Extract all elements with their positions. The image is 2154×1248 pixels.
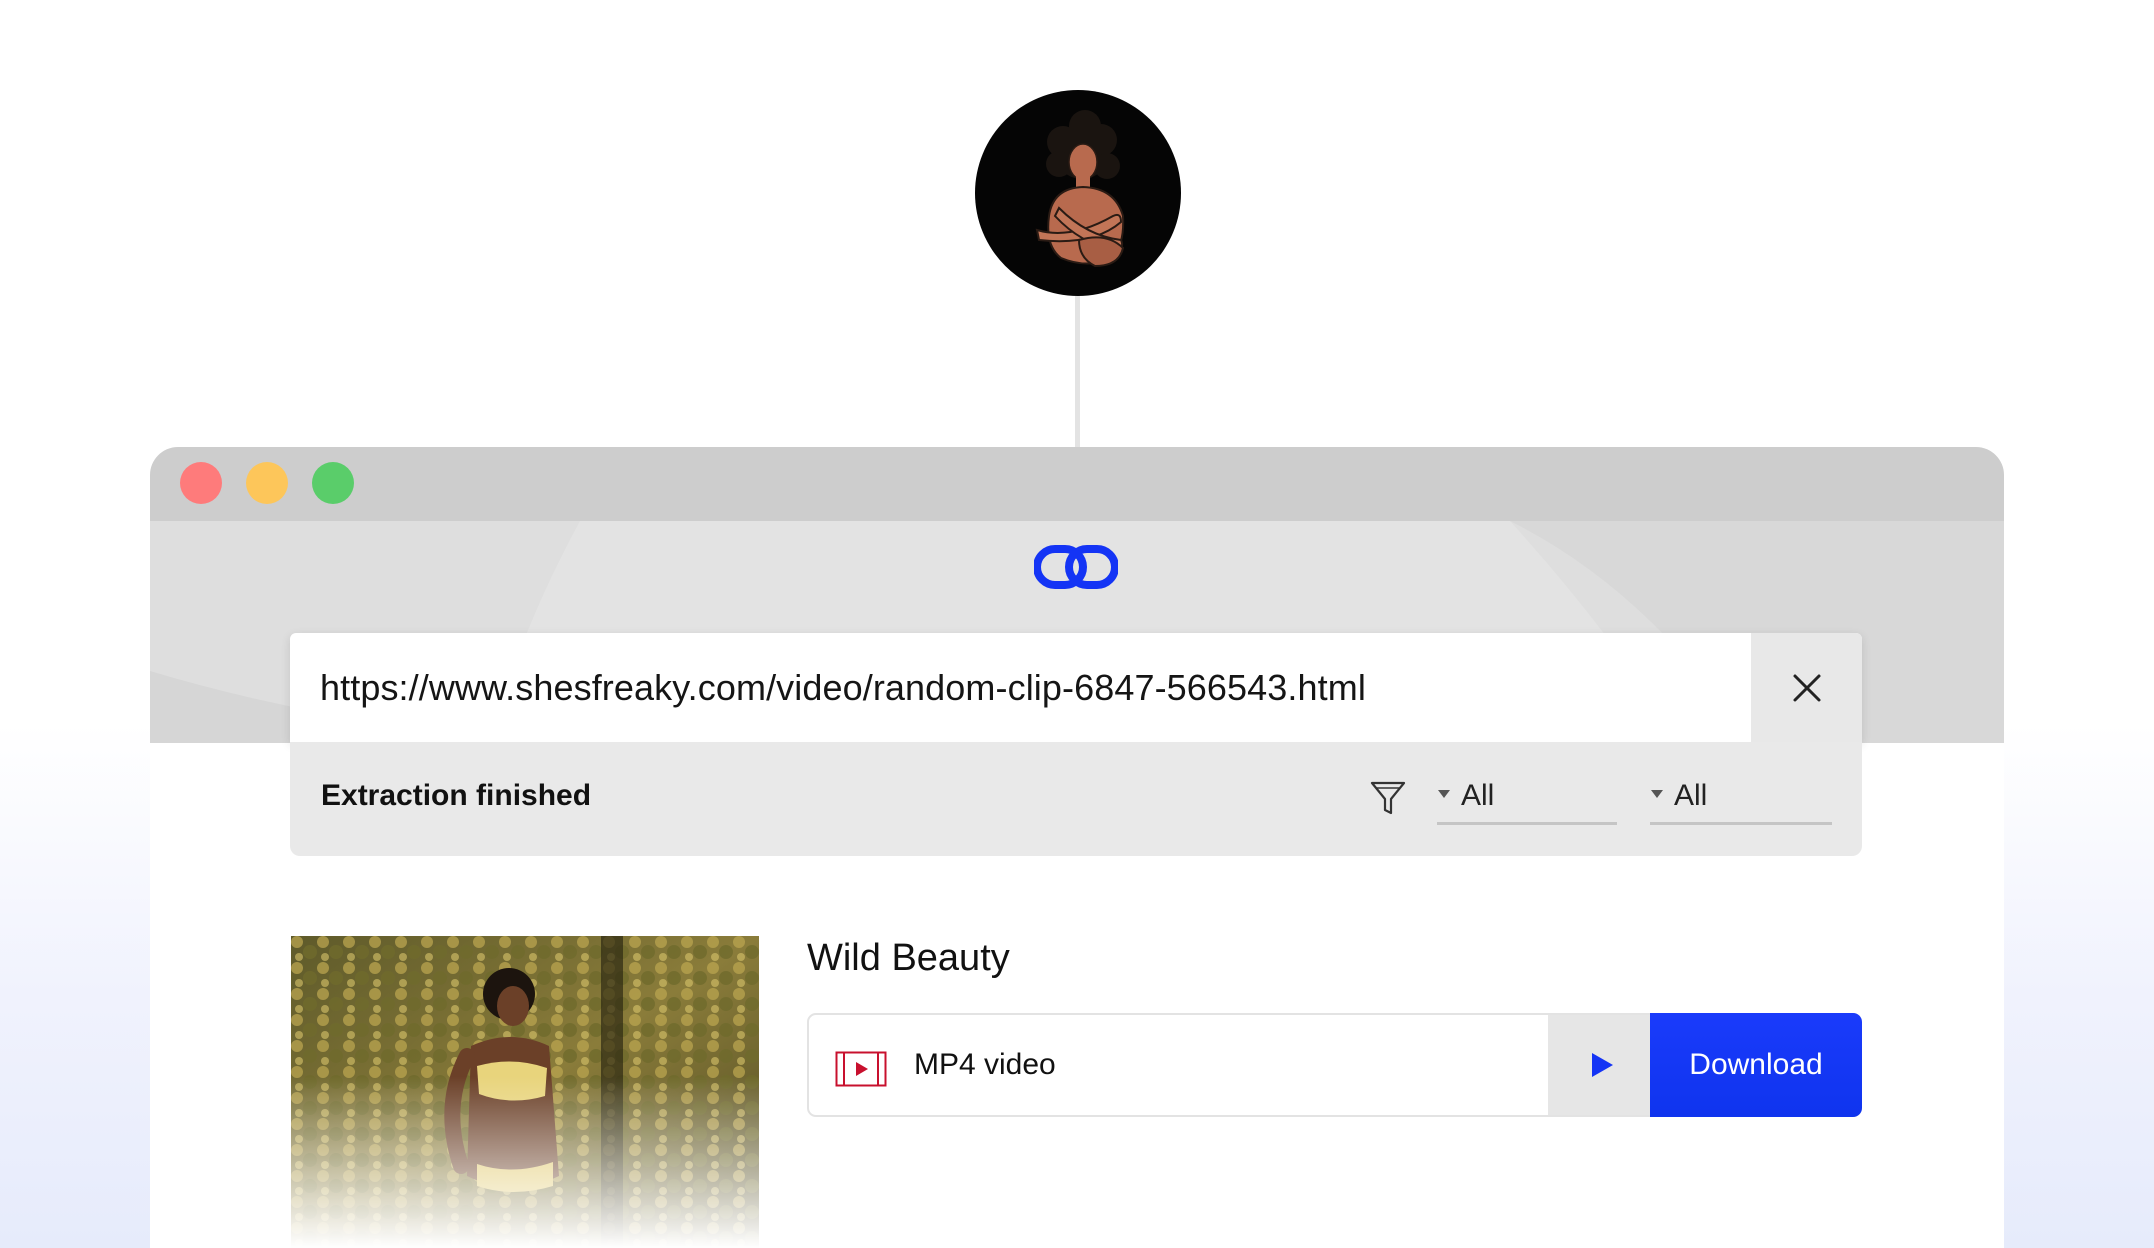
close-icon [1793, 674, 1820, 701]
format-label: MP4 video [914, 1048, 1056, 1081]
download-button[interactable]: Download [1650, 1013, 1862, 1117]
video-title: Wild Beauty [807, 937, 1010, 979]
site-logo [975, 90, 1181, 296]
close-window-button[interactable] [180, 462, 222, 504]
title-bar [150, 447, 2004, 521]
minimize-window-button[interactable] [246, 462, 288, 504]
quality-filter-select[interactable]: All [1650, 772, 1832, 825]
clear-url-button[interactable] [1751, 633, 1862, 742]
filter-icon[interactable] [1370, 779, 1406, 817]
status-bar: Extraction finished All All [290, 742, 1862, 856]
url-input[interactable]: https://www.shesfreaky.com/video/random-… [320, 633, 1366, 742]
status-text: Extraction finished [321, 779, 592, 812]
app-window: https://www.shesfreaky.com/video/random-… [150, 447, 2004, 1248]
thumbnail-image [291, 936, 759, 1248]
connector-line [1075, 296, 1080, 448]
video-file-icon [835, 1051, 887, 1087]
chain-link-icon [1034, 545, 1118, 589]
chevron-down-icon [1651, 790, 1663, 798]
preview-play-button[interactable] [1548, 1015, 1656, 1115]
site-avatar-illustration [1035, 110, 1125, 268]
url-bar: https://www.shesfreaky.com/video/random-… [290, 633, 1862, 742]
format-filter-value: All [1461, 779, 1495, 812]
chevron-down-icon [1438, 790, 1450, 798]
maximize-window-button[interactable] [312, 462, 354, 504]
quality-filter-value: All [1674, 779, 1708, 812]
video-thumbnail [291, 936, 759, 1248]
format-filter-select[interactable]: All [1437, 772, 1617, 825]
play-icon [1592, 1053, 1613, 1077]
